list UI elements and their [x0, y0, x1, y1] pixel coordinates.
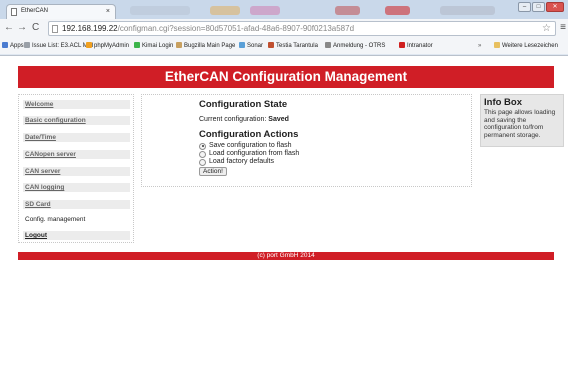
bookmark-star-icon[interactable]: ☆ [542, 22, 551, 35]
current-configuration-label: Current configuration: [199, 116, 267, 123]
menu-icon[interactable]: ≡ [560, 22, 566, 33]
minimize-icon[interactable]: – [518, 2, 531, 12]
bookmark-icon [325, 42, 331, 48]
sidebar-item-can-logging[interactable]: CAN logging [23, 183, 130, 192]
option-load-from-flash[interactable]: Load configuration from flash [199, 150, 299, 158]
page-icon [11, 8, 17, 16]
bookmark-icon [268, 42, 274, 48]
sidebar-item-config-management: Config. management [25, 216, 86, 223]
sidebar: Welcome Basic configuration Date/Time CA… [18, 94, 134, 243]
sidebar-item-canopen-server[interactable]: CANopen server [23, 150, 130, 159]
window-controls: – □ ✕ [517, 2, 564, 12]
configuration-state-heading: Configuration State [199, 99, 288, 110]
tab-strip: EtherCAN × – □ ✕ [0, 0, 568, 19]
folder-icon [494, 42, 500, 48]
info-box-title: Info Box [484, 97, 522, 108]
current-configuration: Current configuration: Saved [199, 116, 299, 123]
bookmark-kimai[interactable]: Kimai Login [134, 38, 173, 54]
bookmark-testia[interactable]: Testia Tarantula [268, 38, 318, 54]
sidebar-item-sd-card[interactable]: SD Card [23, 200, 130, 209]
bookmark-phpmyadmin[interactable]: phpMyAdmin [86, 38, 129, 54]
sidebar-item-welcome[interactable]: Welcome [23, 100, 130, 109]
bookmark-icon [239, 42, 245, 48]
sidebar-item-basic-configuration[interactable]: Basic configuration [23, 116, 130, 125]
bookmark-intranator[interactable]: Intranator [399, 38, 433, 54]
info-box-text: This page allows loading and saving the … [484, 109, 556, 139]
sidebar-item-logout[interactable]: Logout [23, 231, 130, 240]
option-load-factory-defaults[interactable]: Load factory defaults [199, 158, 299, 166]
current-configuration-value: Saved [268, 116, 289, 123]
bookmark-icon [24, 42, 30, 48]
apps-icon [2, 42, 8, 48]
bookmark-more[interactable]: Weitere Lesezeichen [494, 38, 558, 54]
bookmark-bugzilla[interactable]: Bugzilla Main Page [176, 38, 235, 54]
bookmark-sonar[interactable]: Sonar [239, 38, 263, 54]
radio-button[interactable] [199, 142, 206, 150]
back-icon[interactable]: ← [4, 22, 14, 34]
bookmark-icon [176, 42, 182, 48]
reload-icon[interactable]: C [32, 22, 39, 34]
bookmark-icon [86, 42, 92, 48]
bookmark-icon [134, 42, 140, 48]
info-box: Info Box This page allows loading and sa… [480, 94, 564, 147]
option-save-to-flash[interactable]: Save configuration to flash [199, 142, 299, 150]
page-title: EtherCAN Configuration Management [18, 66, 554, 88]
maximize-icon[interactable]: □ [532, 2, 545, 12]
footer: (c) port GmbH 2014 [18, 252, 554, 260]
sidebar-item-date-time[interactable]: Date/Time [23, 133, 130, 142]
address-bar[interactable]: 192.168.199.22/configman.cgi?session=80d… [48, 21, 556, 36]
bookmarks-overflow-icon[interactable]: » [478, 38, 481, 54]
radio-button[interactable] [199, 150, 206, 158]
configuration-actions-heading: Configuration Actions [199, 129, 299, 140]
bookmark-apps[interactable]: Apps [2, 38, 24, 54]
close-window-icon[interactable]: ✕ [546, 2, 564, 12]
tab-title: EtherCAN [21, 8, 49, 14]
bookmark-otrs[interactable]: Anmeldung - OTRS [325, 38, 385, 54]
bookmark-icon [399, 42, 405, 48]
forward-icon[interactable]: → [17, 22, 27, 34]
browser-tab[interactable]: EtherCAN × [6, 4, 116, 19]
main-panel: Configuration State Current configuratio… [141, 94, 472, 187]
url-host: 192.168.199.22 [62, 24, 118, 33]
url-path: /configman.cgi?session=80d57051-afad-48a… [117, 24, 355, 33]
sidebar-item-can-server[interactable]: CAN server [23, 167, 130, 176]
blurred-tabs [110, 4, 530, 19]
bookmarks-bar: Apps Issue List: E3.ACL MSI phpMyAdmin K… [0, 38, 568, 54]
bookmark-issue-list[interactable]: Issue List: E3.ACL MSI [24, 38, 93, 54]
radio-button[interactable] [199, 158, 206, 166]
page-info-icon [52, 25, 58, 33]
browser-chrome: EtherCAN × – □ ✕ ← → C 192.168.199.22/co… [0, 0, 568, 56]
action-button[interactable]: Action! [199, 167, 227, 176]
toolbar: ← → C 192.168.199.22/configman.cgi?sessi… [0, 19, 568, 38]
